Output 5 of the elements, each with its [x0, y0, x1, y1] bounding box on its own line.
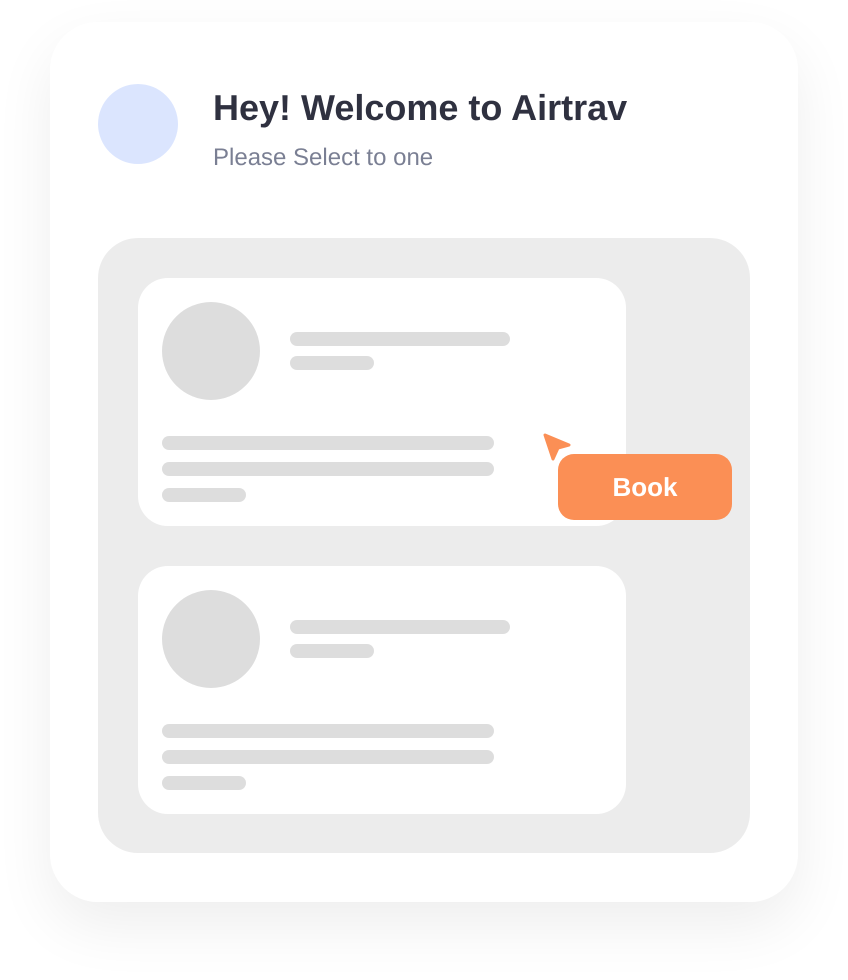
skeleton-card[interactable]: [138, 566, 626, 814]
welcome-subtitle: Please Select to one: [213, 143, 434, 173]
cursor-icon: [543, 433, 571, 461]
book-button[interactable]: Book: [558, 454, 732, 520]
welcome-title: Hey! Welcome to Airtrav: [213, 86, 628, 130]
